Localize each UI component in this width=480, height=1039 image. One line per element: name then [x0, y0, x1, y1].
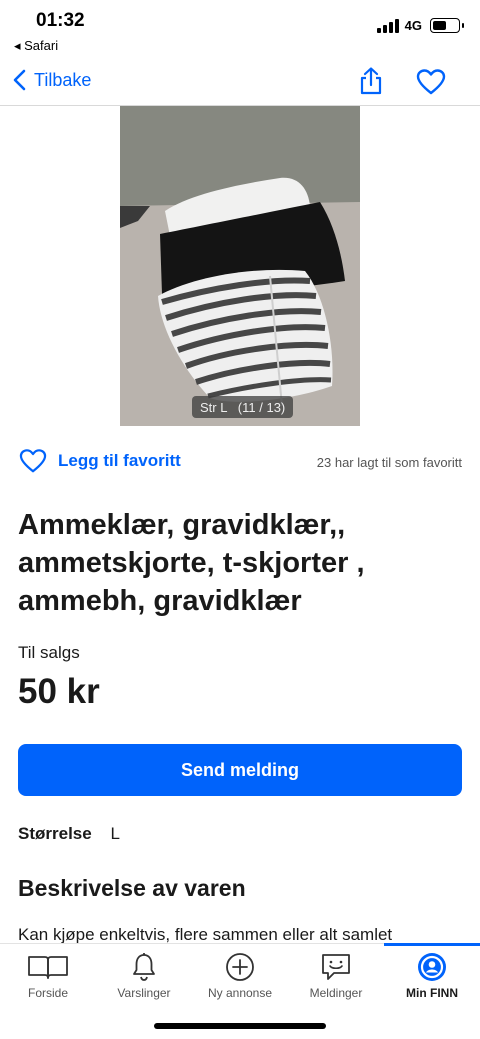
status-indicators: 4G [376, 18, 464, 33]
book-icon [28, 956, 68, 979]
back-to-safari-link[interactable]: ◂ Safari [14, 38, 58, 54]
home-indicator[interactable] [154, 1023, 326, 1029]
tab-meldinger[interactable]: Meldinger [288, 944, 384, 1004]
share-icon[interactable] [356, 66, 386, 96]
tab-label: Meldinger [309, 986, 363, 1000]
listing-image[interactable]: Str L (11 / 13) [120, 106, 360, 426]
favorite-row: Legg til favoritt 23 har lagt til som fa… [18, 448, 462, 478]
size-attribute: Størrelse L [18, 824, 120, 844]
add-favorite-label: Legg til favoritt [58, 451, 181, 470]
send-message-button[interactable]: Send melding [18, 744, 462, 796]
plus-circle-icon [226, 953, 254, 981]
back-button[interactable]: Tilbake [12, 68, 91, 92]
status-time: 01:32 [36, 10, 85, 31]
size-label: Størrelse [18, 824, 92, 843]
tab-label: Forside [27, 986, 68, 1000]
network-type: 4G [404, 18, 422, 33]
navigation-bar: Tilbake [0, 56, 480, 106]
tab-varslinger[interactable]: Varslinger [96, 944, 192, 1004]
tab-ny-annonse[interactable]: Ny annonse [192, 944, 288, 1004]
status-bar: 01:32 ◂ Safari 4G [0, 0, 480, 56]
add-favorite-button[interactable]: Legg til favoritt [18, 448, 181, 474]
signal-icon [376, 18, 399, 33]
description-text: Kan kjøpe enkeltvis, flere sammen eller … [18, 925, 393, 944]
battery-icon [430, 18, 464, 33]
tab-min-finn[interactable]: Min FINN [384, 944, 480, 1004]
battery-level [433, 21, 446, 30]
back-label: Tilbake [34, 69, 92, 90]
tab-label: Varslinger [117, 986, 171, 1000]
size-value: L [110, 824, 120, 843]
bell-icon [133, 953, 155, 981]
favorite-count: 23 har lagt til som favoritt [316, 455, 462, 470]
tab-label: Min FINN [406, 986, 458, 1000]
chevron-left-icon [13, 69, 26, 91]
listing-title: Ammeklær, gravidklær,, ammetskjorte, t-s… [18, 509, 365, 617]
heart-icon[interactable] [416, 68, 446, 96]
heart-outline-icon [19, 449, 47, 473]
listing-status: Til salgs [18, 643, 80, 662]
tab-forside[interactable]: Forside [0, 944, 96, 1004]
listing-price: 50 kr [18, 672, 100, 711]
image-counter: Str L (11 / 13) [192, 396, 294, 418]
tab-label: Ny annonse [207, 986, 273, 1000]
profile-icon [418, 953, 446, 981]
description-heading: Beskrivelse av varen [18, 875, 246, 901]
chat-icon [322, 954, 350, 980]
clothes-photo [120, 106, 360, 426]
